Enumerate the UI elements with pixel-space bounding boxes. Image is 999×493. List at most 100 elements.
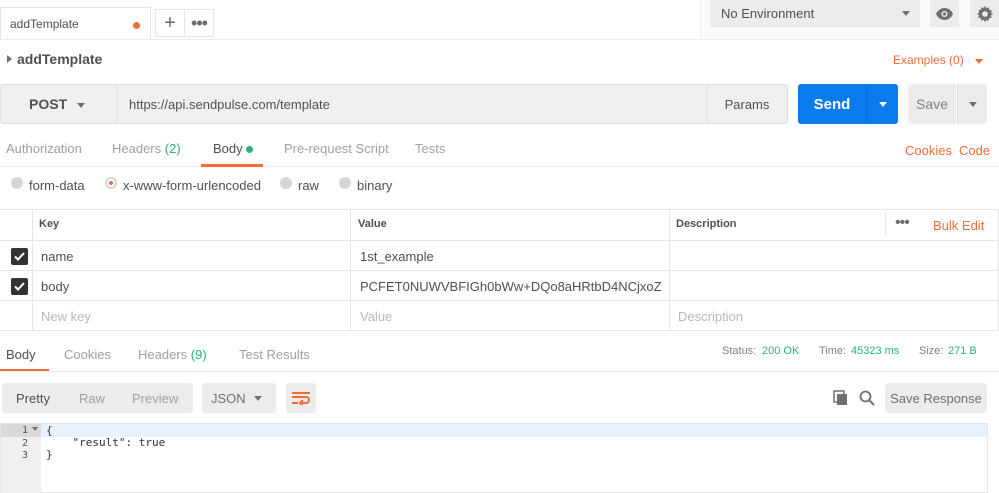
- send-button[interactable]: Send: [798, 84, 866, 124]
- row-value[interactable]: 1st_example: [360, 249, 434, 264]
- code-link[interactable]: Code: [959, 143, 990, 158]
- more-icon: •••: [191, 12, 208, 33]
- url-input[interactable]: https://api.sendpulse.com/template: [117, 84, 707, 124]
- wrap-lines-button[interactable]: [286, 383, 316, 413]
- check-icon: [14, 282, 25, 291]
- response-tab-body[interactable]: Body: [6, 347, 36, 362]
- radio-label-binary[interactable]: binary: [357, 178, 392, 193]
- table-border: [0, 330, 999, 331]
- response-tab-test-results[interactable]: Test Results: [239, 347, 310, 362]
- unsaved-dot-icon: [133, 22, 140, 29]
- language-value: JSON: [211, 390, 246, 406]
- response-tab-cookies[interactable]: Cookies: [64, 347, 111, 362]
- time-value[interactable]: 45323 ms: [851, 345, 899, 357]
- status-value[interactable]: 200 OK: [762, 345, 799, 357]
- table-border: [32, 209, 33, 330]
- table-border: [0, 300, 999, 301]
- url-value: https://api.sendpulse.com/template: [129, 96, 330, 112]
- size-label: Size:: [919, 345, 944, 357]
- environment-select[interactable]: No Environment: [710, 0, 920, 27]
- collapse-arrow-icon[interactable]: [7, 55, 12, 63]
- status-label: Status:: [722, 345, 757, 357]
- request-name[interactable]: addTemplate: [17, 51, 102, 67]
- tab-body[interactable]: Body: [213, 141, 243, 156]
- table-border: [0, 209, 999, 210]
- environment-quick-look-button[interactable]: [930, 0, 959, 27]
- radio-label-raw[interactable]: raw: [298, 178, 319, 193]
- table-border: [350, 209, 351, 330]
- chevron-down-icon: [969, 102, 977, 107]
- new-description-input[interactable]: Description: [678, 309, 743, 324]
- column-header-description: Description: [676, 218, 737, 230]
- tab-tests[interactable]: Tests: [415, 141, 445, 156]
- row-key[interactable]: body: [41, 279, 69, 294]
- send-options-button[interactable]: [866, 84, 898, 124]
- code-line: }: [46, 448, 53, 461]
- table-border: [669, 209, 670, 330]
- request-tab[interactable]: addTemplate: [0, 7, 151, 40]
- chevron-down-icon: [879, 102, 887, 107]
- request-tab-label: addTemplate: [10, 17, 79, 31]
- save-options-button[interactable]: [957, 84, 987, 124]
- line-number: 1: [22, 425, 29, 436]
- new-key-input[interactable]: New key: [41, 309, 91, 324]
- row-value[interactable]: PCFET0NUWVBFIGh0bWw+DQo8aHRtbD4NCjxoZWF…: [360, 279, 662, 294]
- chevron-down-icon: [902, 11, 910, 16]
- time-label: Time:: [819, 345, 847, 357]
- table-border: [0, 270, 999, 271]
- radio-binary[interactable]: [339, 177, 351, 189]
- language-select[interactable]: JSON: [202, 383, 276, 413]
- line-number: 2: [22, 438, 29, 449]
- column-header-value: Value: [358, 218, 387, 230]
- preview-button[interactable]: Preview: [132, 391, 178, 406]
- column-header-key: Key: [39, 218, 60, 230]
- chevron-down-icon: [77, 103, 85, 108]
- tab-options-button[interactable]: •••: [184, 9, 214, 37]
- radio-x-www-form-urlencoded[interactable]: [105, 177, 117, 189]
- radio-raw[interactable]: [280, 177, 292, 189]
- table-border: [0, 240, 999, 241]
- wrap-lines-icon: [292, 392, 310, 405]
- examples-chevron-icon[interactable]: [975, 59, 983, 64]
- radio-label-form-data[interactable]: form-data: [29, 178, 85, 193]
- save-response-button[interactable]: Save Response: [885, 383, 987, 413]
- table-options-more-icon[interactable]: •••: [895, 214, 910, 232]
- active-tab-indicator: [201, 164, 263, 167]
- table-border: [885, 213, 886, 235]
- tab-headers[interactable]: Headers (2): [112, 141, 181, 156]
- raw-button[interactable]: Raw: [79, 391, 105, 406]
- radio-form-data[interactable]: [11, 177, 23, 189]
- body-modified-dot-icon: [246, 146, 253, 153]
- params-button[interactable]: Params: [706, 84, 788, 124]
- tab-pre-request-script[interactable]: Pre-request Script: [284, 141, 389, 156]
- manage-environments-button[interactable]: [970, 0, 999, 27]
- headers-count: (2): [164, 141, 181, 156]
- size-value[interactable]: 271 B: [948, 345, 977, 357]
- cookies-link[interactable]: Cookies: [905, 143, 952, 158]
- gear-icon: [976, 5, 993, 22]
- pretty-button[interactable]: Pretty: [16, 391, 50, 406]
- response-headers-count: (9): [190, 347, 207, 362]
- copy-icon[interactable]: [833, 390, 849, 409]
- fold-arrow-icon[interactable]: [32, 427, 38, 431]
- radio-label-x-www-form-urlencoded[interactable]: x-www-form-urlencoded: [123, 178, 261, 193]
- row-checkbox[interactable]: [11, 248, 28, 265]
- new-tab-button[interactable]: +: [155, 9, 185, 37]
- bulk-edit-link[interactable]: Bulk Edit: [933, 218, 984, 233]
- line-number: 3: [22, 450, 29, 461]
- row-checkbox[interactable]: [11, 278, 28, 295]
- code-line: "result": true: [46, 436, 166, 449]
- save-button[interactable]: Save: [908, 84, 956, 124]
- response-tabs-divider: [0, 371, 999, 372]
- examples-dropdown[interactable]: Examples (0): [893, 53, 964, 67]
- method-select[interactable]: POST: [0, 84, 117, 124]
- search-icon[interactable]: [859, 390, 875, 409]
- tab-strip-divider: [0, 39, 999, 40]
- environment-value: No Environment: [721, 6, 815, 21]
- row-key[interactable]: name: [41, 249, 74, 264]
- response-tab-headers[interactable]: Headers (9): [138, 347, 207, 362]
- new-value-input[interactable]: Value: [360, 309, 392, 324]
- tab-authorization[interactable]: Authorization: [6, 141, 82, 156]
- chevron-down-icon: [254, 396, 262, 401]
- eye-icon: [936, 7, 953, 20]
